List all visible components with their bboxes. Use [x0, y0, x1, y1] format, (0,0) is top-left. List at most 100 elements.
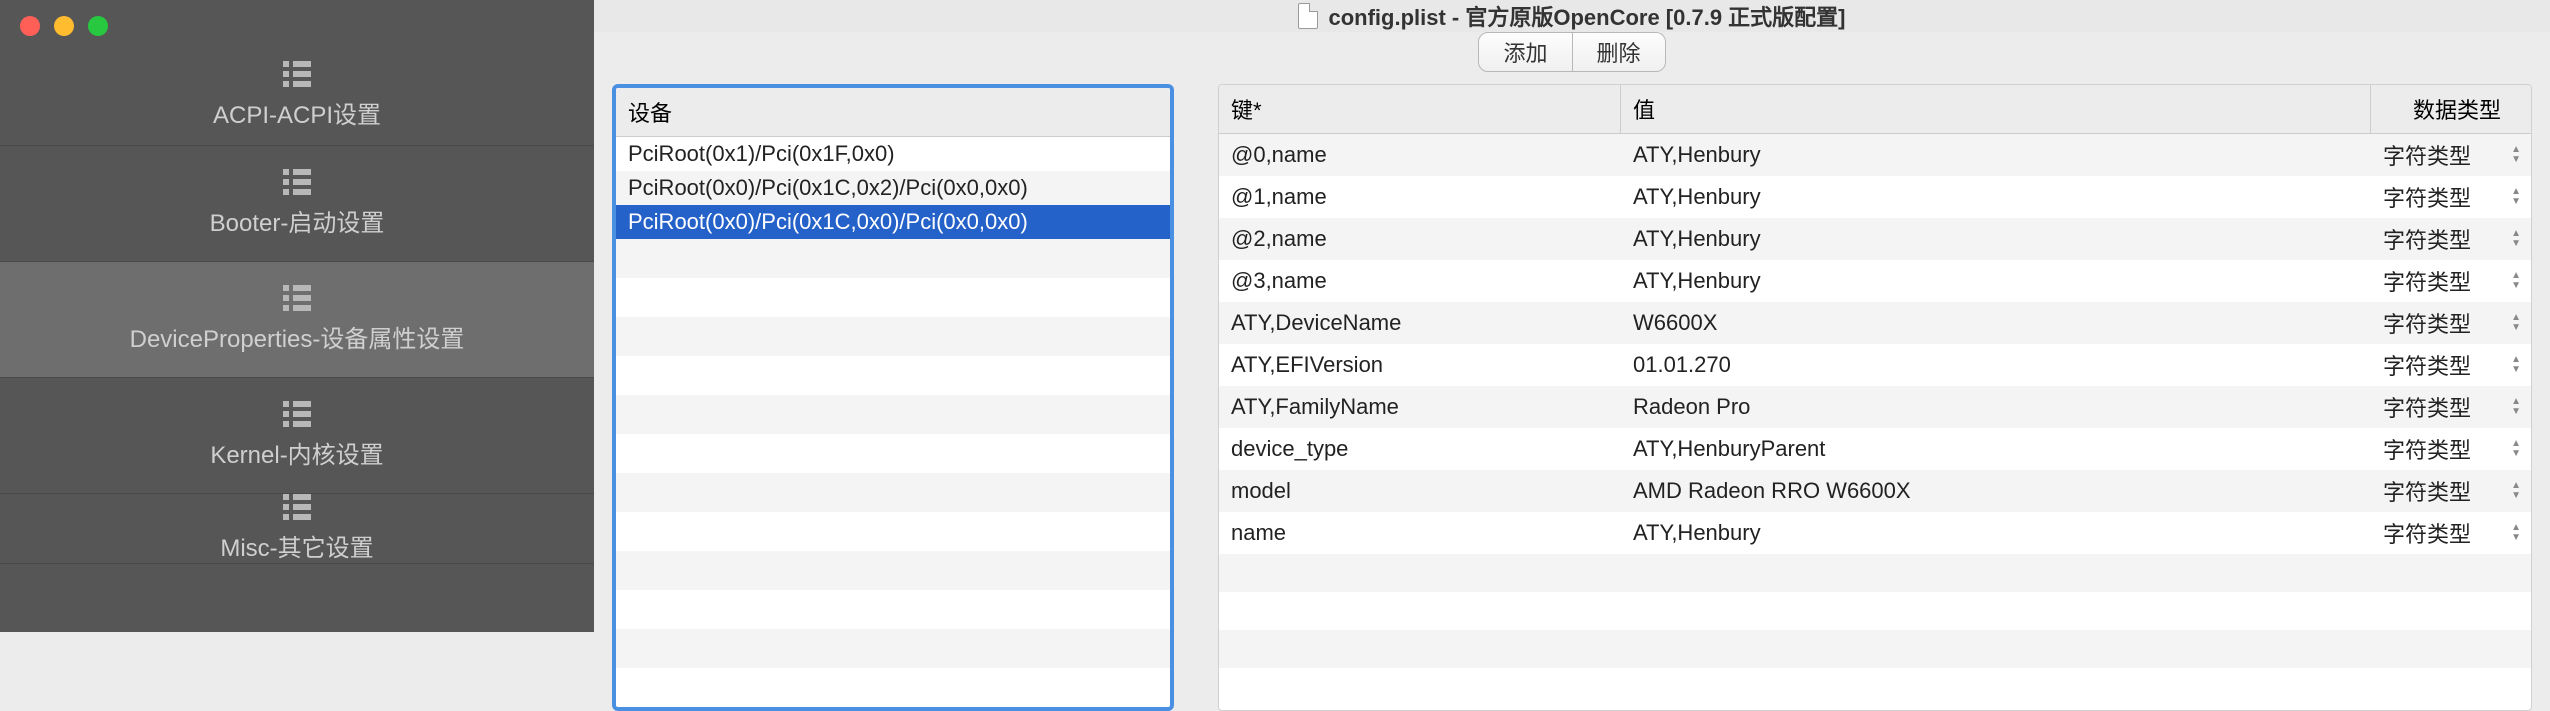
device-list-body[interactable]: PciRoot(0x1)/Pci(0x1F,0x0)PciRoot(0x0)/P…	[616, 137, 1170, 707]
property-key[interactable]: @0,name	[1219, 137, 1621, 173]
property-row[interactable]: ATY,EFIVersion01.01.270字符类型▲▼	[1219, 344, 2531, 386]
property-type[interactable]: 字符类型▲▼	[2371, 218, 2531, 260]
property-row-empty	[1219, 554, 2531, 592]
property-key[interactable]: device_type	[1219, 431, 1621, 467]
col-value[interactable]: 值	[1621, 85, 2371, 133]
property-value[interactable]: W6600X	[1621, 305, 2371, 341]
device-list-item[interactable]: PciRoot(0x0)/Pci(0x1C,0x0)/Pci(0x0,0x0)	[616, 205, 1170, 239]
property-row[interactable]: nameATY,Henbury字符类型▲▼	[1219, 512, 2531, 554]
col-key[interactable]: 键*	[1219, 85, 1621, 133]
device-list-panel: 设备 PciRoot(0x1)/Pci(0x1F,0x0)PciRoot(0x0…	[612, 84, 1174, 711]
property-key[interactable]: model	[1219, 473, 1621, 509]
file-icon	[1298, 3, 1318, 29]
device-list-item-empty	[616, 590, 1170, 629]
stepper-icon[interactable]: ▲▼	[2511, 524, 2521, 542]
property-key[interactable]: ATY,EFIVersion	[1219, 347, 1621, 383]
device-list-item-empty	[616, 551, 1170, 590]
property-row[interactable]: @2,nameATY,Henbury字符类型▲▼	[1219, 218, 2531, 260]
property-type[interactable]: 字符类型▲▼	[2371, 134, 2531, 176]
main-area: config.plist - 官方原版OpenCore [0.7.9 正式版配置…	[594, 0, 2550, 632]
col-type[interactable]: 数据类型	[2371, 85, 2531, 133]
maximize-icon[interactable]	[88, 16, 108, 36]
property-key[interactable]: @2,name	[1219, 221, 1621, 257]
sidebar-item-booter[interactable]: Booter-启动设置	[0, 146, 594, 262]
property-value[interactable]: 01.01.270	[1621, 347, 2371, 383]
sidebar-item-deviceproperties[interactable]: DeviceProperties-设备属性设置	[0, 262, 594, 378]
device-list-item-empty	[616, 629, 1170, 668]
close-icon[interactable]	[20, 16, 40, 36]
list-icon	[283, 401, 311, 427]
properties-header: 键* 值 数据类型	[1219, 85, 2531, 134]
device-list-item-empty	[616, 512, 1170, 551]
minimize-icon[interactable]	[54, 16, 74, 36]
stepper-icon[interactable]: ▲▼	[2511, 230, 2521, 248]
toolbar: 添加 删除	[594, 32, 2550, 72]
property-value[interactable]: ATY,Henbury	[1621, 221, 2371, 257]
sidebar-item-label: Kernel-内核设置	[210, 435, 383, 470]
stepper-icon[interactable]: ▲▼	[2511, 440, 2521, 458]
stepper-icon[interactable]: ▲▼	[2511, 188, 2521, 206]
property-row[interactable]: @1,nameATY,Henbury字符类型▲▼	[1219, 176, 2531, 218]
property-row[interactable]: ATY,DeviceNameW6600X字符类型▲▼	[1219, 302, 2531, 344]
property-value[interactable]: AMD Radeon RRO W6600X	[1621, 473, 2371, 509]
property-value[interactable]: ATY,Henbury	[1621, 137, 2371, 173]
property-key[interactable]: @3,name	[1219, 263, 1621, 299]
sidebar-item-misc[interactable]: Misc-其它设置	[0, 494, 594, 564]
property-row[interactable]: modelAMD Radeon RRO W6600X字符类型▲▼	[1219, 470, 2531, 512]
device-list-item-empty	[616, 434, 1170, 473]
properties-panel: 键* 值 数据类型 @0,nameATY,Henbury字符类型▲▼@1,nam…	[1218, 84, 2532, 711]
property-type[interactable]: 字符类型▲▼	[2371, 512, 2531, 554]
property-row[interactable]: device_typeATY,HenburyParent字符类型▲▼	[1219, 428, 2531, 470]
stepper-icon[interactable]: ▲▼	[2511, 482, 2521, 500]
stepper-icon[interactable]: ▲▼	[2511, 272, 2521, 290]
property-type[interactable]: 字符类型▲▼	[2371, 428, 2531, 470]
sidebar-item-kernel[interactable]: Kernel-内核设置	[0, 378, 594, 494]
device-list-header[interactable]: 设备	[616, 88, 1170, 137]
property-key[interactable]: name	[1219, 515, 1621, 551]
stepper-icon[interactable]: ▲▼	[2511, 146, 2521, 164]
property-value[interactable]: ATY,Henbury	[1621, 515, 2371, 551]
properties-body[interactable]: @0,nameATY,Henbury字符类型▲▼@1,nameATY,Henbu…	[1219, 134, 2531, 710]
stepper-icon[interactable]: ▲▼	[2511, 356, 2521, 374]
device-list-item-empty	[616, 239, 1170, 278]
property-type[interactable]: 字符类型▲▼	[2371, 344, 2531, 386]
list-icon	[283, 494, 311, 520]
property-type[interactable]: 字符类型▲▼	[2371, 302, 2531, 344]
sidebar-item-acpi[interactable]: ACPI-ACPI设置	[0, 46, 594, 146]
property-value[interactable]: Radeon Pro	[1621, 389, 2371, 425]
device-list-item[interactable]: PciRoot(0x1)/Pci(0x1F,0x0)	[616, 137, 1170, 171]
property-row[interactable]: @0,nameATY,Henbury字符类型▲▼	[1219, 134, 2531, 176]
property-row[interactable]: @3,nameATY,Henbury字符类型▲▼	[1219, 260, 2531, 302]
device-list-item-empty	[616, 395, 1170, 434]
device-list-item-empty	[616, 668, 1170, 707]
property-row-empty	[1219, 668, 2531, 706]
device-list-item[interactable]: PciRoot(0x0)/Pci(0x1C,0x2)/Pci(0x0,0x0)	[616, 171, 1170, 205]
property-type[interactable]: 字符类型▲▼	[2371, 470, 2531, 512]
delete-button[interactable]: 删除	[1573, 32, 1666, 72]
sidebar-item-label: DeviceProperties-设备属性设置	[130, 319, 465, 354]
panels: 设备 PciRoot(0x1)/Pci(0x1F,0x0)PciRoot(0x0…	[594, 72, 2550, 711]
property-type[interactable]: 字符类型▲▼	[2371, 176, 2531, 218]
sidebar-item-label: Booter-启动设置	[210, 203, 385, 238]
sidebar: ACPI-ACPI设置 Booter-启动设置 DeviceProperties…	[0, 0, 594, 632]
property-key[interactable]: ATY,DeviceName	[1219, 305, 1621, 341]
list-icon	[283, 169, 311, 195]
property-type[interactable]: 字符类型▲▼	[2371, 386, 2531, 428]
property-key[interactable]: ATY,FamilyName	[1219, 389, 1621, 425]
device-list-item-empty	[616, 473, 1170, 512]
property-key[interactable]: @1,name	[1219, 179, 1621, 215]
list-icon	[283, 285, 311, 311]
titlebar: config.plist - 官方原版OpenCore [0.7.9 正式版配置…	[594, 0, 2550, 32]
property-value[interactable]: ATY,Henbury	[1621, 263, 2371, 299]
stepper-icon[interactable]: ▲▼	[2511, 398, 2521, 416]
add-button[interactable]: 添加	[1478, 32, 1572, 72]
device-list-item-empty	[616, 278, 1170, 317]
property-value[interactable]: ATY,HenburyParent	[1621, 431, 2371, 467]
property-value[interactable]: ATY,Henbury	[1621, 179, 2371, 215]
window-controls	[0, 0, 594, 46]
sidebar-item-label: ACPI-ACPI设置	[213, 95, 381, 130]
property-type[interactable]: 字符类型▲▼	[2371, 260, 2531, 302]
stepper-icon[interactable]: ▲▼	[2511, 314, 2521, 332]
window-title: config.plist - 官方原版OpenCore [0.7.9 正式版配置…	[1328, 0, 1845, 32]
property-row[interactable]: ATY,FamilyNameRadeon Pro字符类型▲▼	[1219, 386, 2531, 428]
